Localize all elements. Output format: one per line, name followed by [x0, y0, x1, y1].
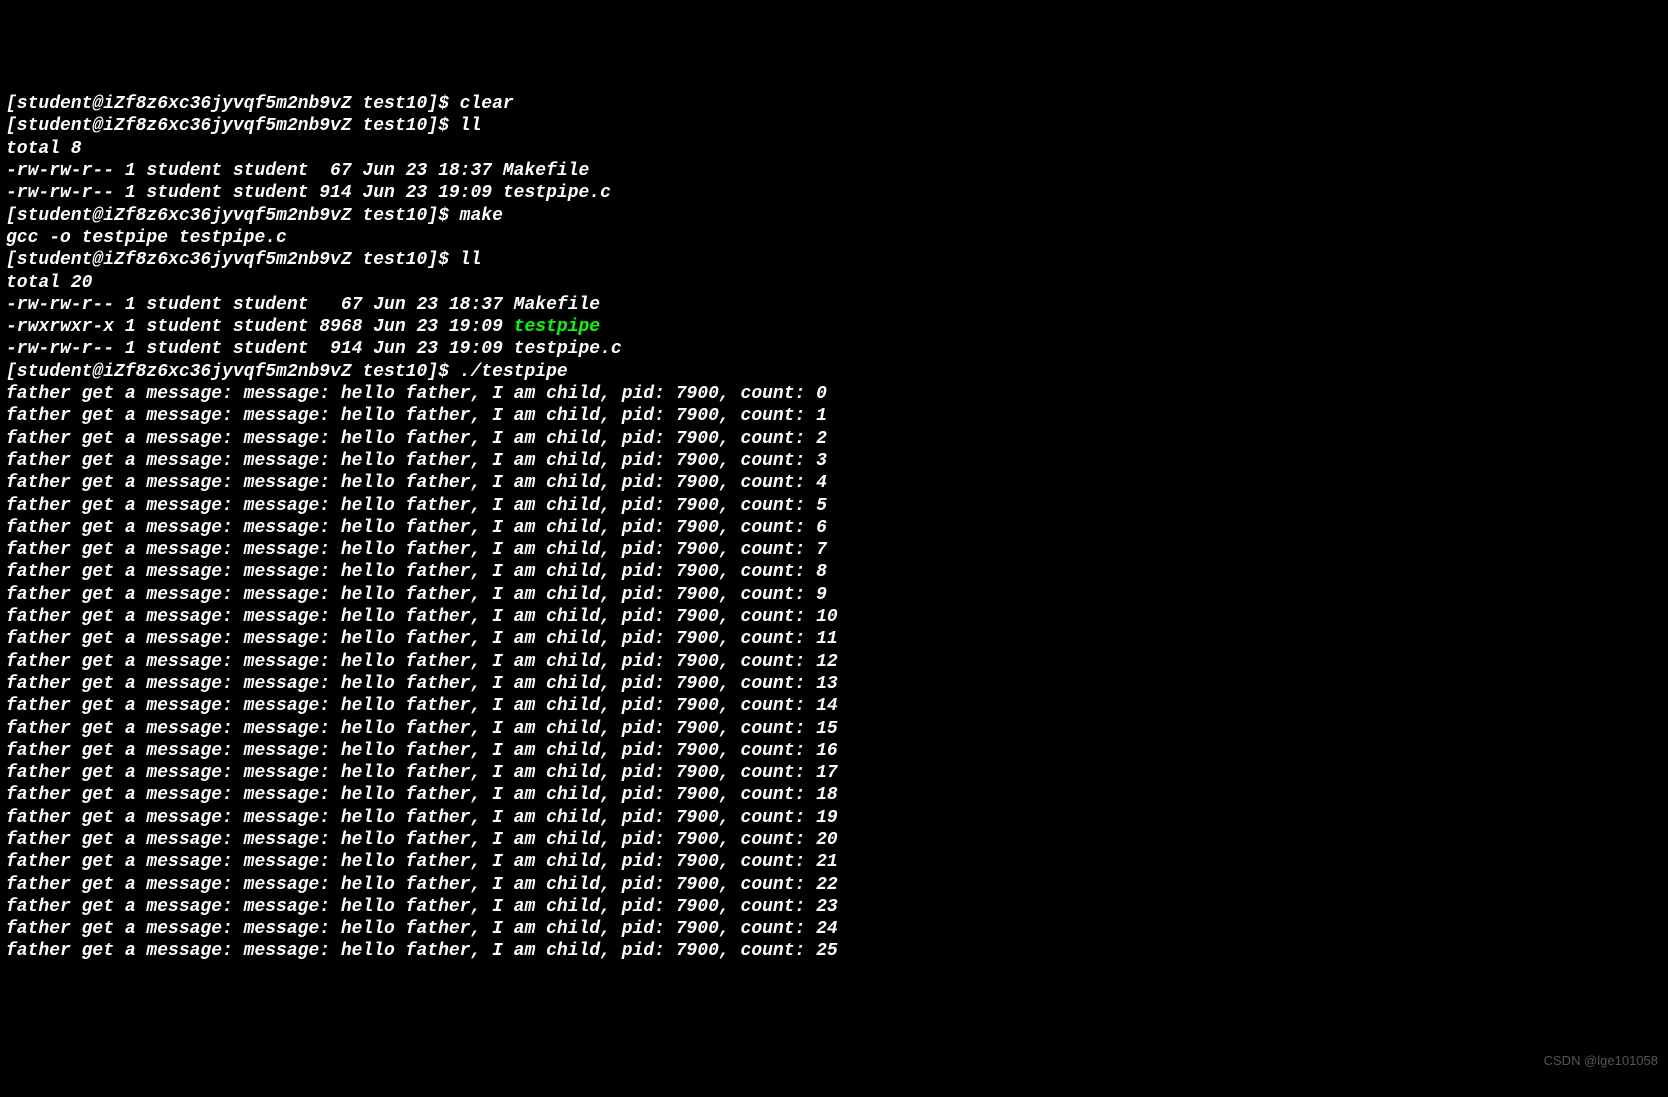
message-5: father get a message: message: hello fat…	[6, 495, 1662, 517]
executable-file: testpipe	[514, 317, 600, 337]
message-23: father get a message: message: hello fat…	[6, 896, 1662, 918]
message-14: father get a message: message: hello fat…	[6, 695, 1662, 717]
message-12: father get a message: message: hello fat…	[6, 651, 1662, 673]
message-22: father get a message: message: hello fat…	[6, 874, 1662, 896]
message-25: father get a message: message: hello fat…	[6, 940, 1662, 962]
message-4: father get a message: message: hello fat…	[6, 472, 1662, 494]
message-6: father get a message: message: hello fat…	[6, 517, 1662, 539]
message-17: father get a message: message: hello fat…	[6, 762, 1662, 784]
message-21: father get a message: message: hello fat…	[6, 851, 1662, 873]
ll2-total: total 20	[6, 272, 1662, 294]
ll2-line1: -rw-rw-r-- 1 student student 67 Jun 23 1…	[6, 294, 1662, 316]
watermark-text: CSDN @lge101058	[1544, 1050, 1658, 1072]
terminal-output[interactable]: [student@iZf8z6xc36jyvqf5m2nb9vZ test10]…	[6, 93, 1662, 963]
message-16: father get a message: message: hello fat…	[6, 740, 1662, 762]
message-10: father get a message: message: hello fat…	[6, 606, 1662, 628]
ll1-line1: -rw-rw-r-- 1 student student 67 Jun 23 1…	[6, 160, 1662, 182]
cmd-testpipe: [student@iZf8z6xc36jyvqf5m2nb9vZ test10]…	[6, 361, 1662, 383]
message-15: father get a message: message: hello fat…	[6, 718, 1662, 740]
ll1-total: total 8	[6, 138, 1662, 160]
message-20: father get a message: message: hello fat…	[6, 829, 1662, 851]
cmd-clear: [student@iZf8z6xc36jyvqf5m2nb9vZ test10]…	[6, 93, 1662, 115]
message-18: father get a message: message: hello fat…	[6, 784, 1662, 806]
message-11: father get a message: message: hello fat…	[6, 628, 1662, 650]
message-13: father get a message: message: hello fat…	[6, 673, 1662, 695]
ll1-line2: -rw-rw-r-- 1 student student 914 Jun 23 …	[6, 182, 1662, 204]
message-9: father get a message: message: hello fat…	[6, 584, 1662, 606]
message-24: father get a message: message: hello fat…	[6, 918, 1662, 940]
message-2: father get a message: message: hello fat…	[6, 428, 1662, 450]
message-8: father get a message: message: hello fat…	[6, 561, 1662, 583]
message-19: father get a message: message: hello fat…	[6, 807, 1662, 829]
cmd-make: [student@iZf8z6xc36jyvqf5m2nb9vZ test10]…	[6, 205, 1662, 227]
make-output: gcc -o testpipe testpipe.c	[6, 227, 1662, 249]
message-3: father get a message: message: hello fat…	[6, 450, 1662, 472]
ll2-line2: -rwxrwxr-x 1 student student 8968 Jun 23…	[6, 316, 1662, 338]
message-1: father get a message: message: hello fat…	[6, 405, 1662, 427]
cmd-ll-2: [student@iZf8z6xc36jyvqf5m2nb9vZ test10]…	[6, 249, 1662, 271]
message-0: father get a message: message: hello fat…	[6, 383, 1662, 405]
cmd-ll-1: [student@iZf8z6xc36jyvqf5m2nb9vZ test10]…	[6, 115, 1662, 137]
message-7: father get a message: message: hello fat…	[6, 539, 1662, 561]
ll2-line3: -rw-rw-r-- 1 student student 914 Jun 23 …	[6, 338, 1662, 360]
